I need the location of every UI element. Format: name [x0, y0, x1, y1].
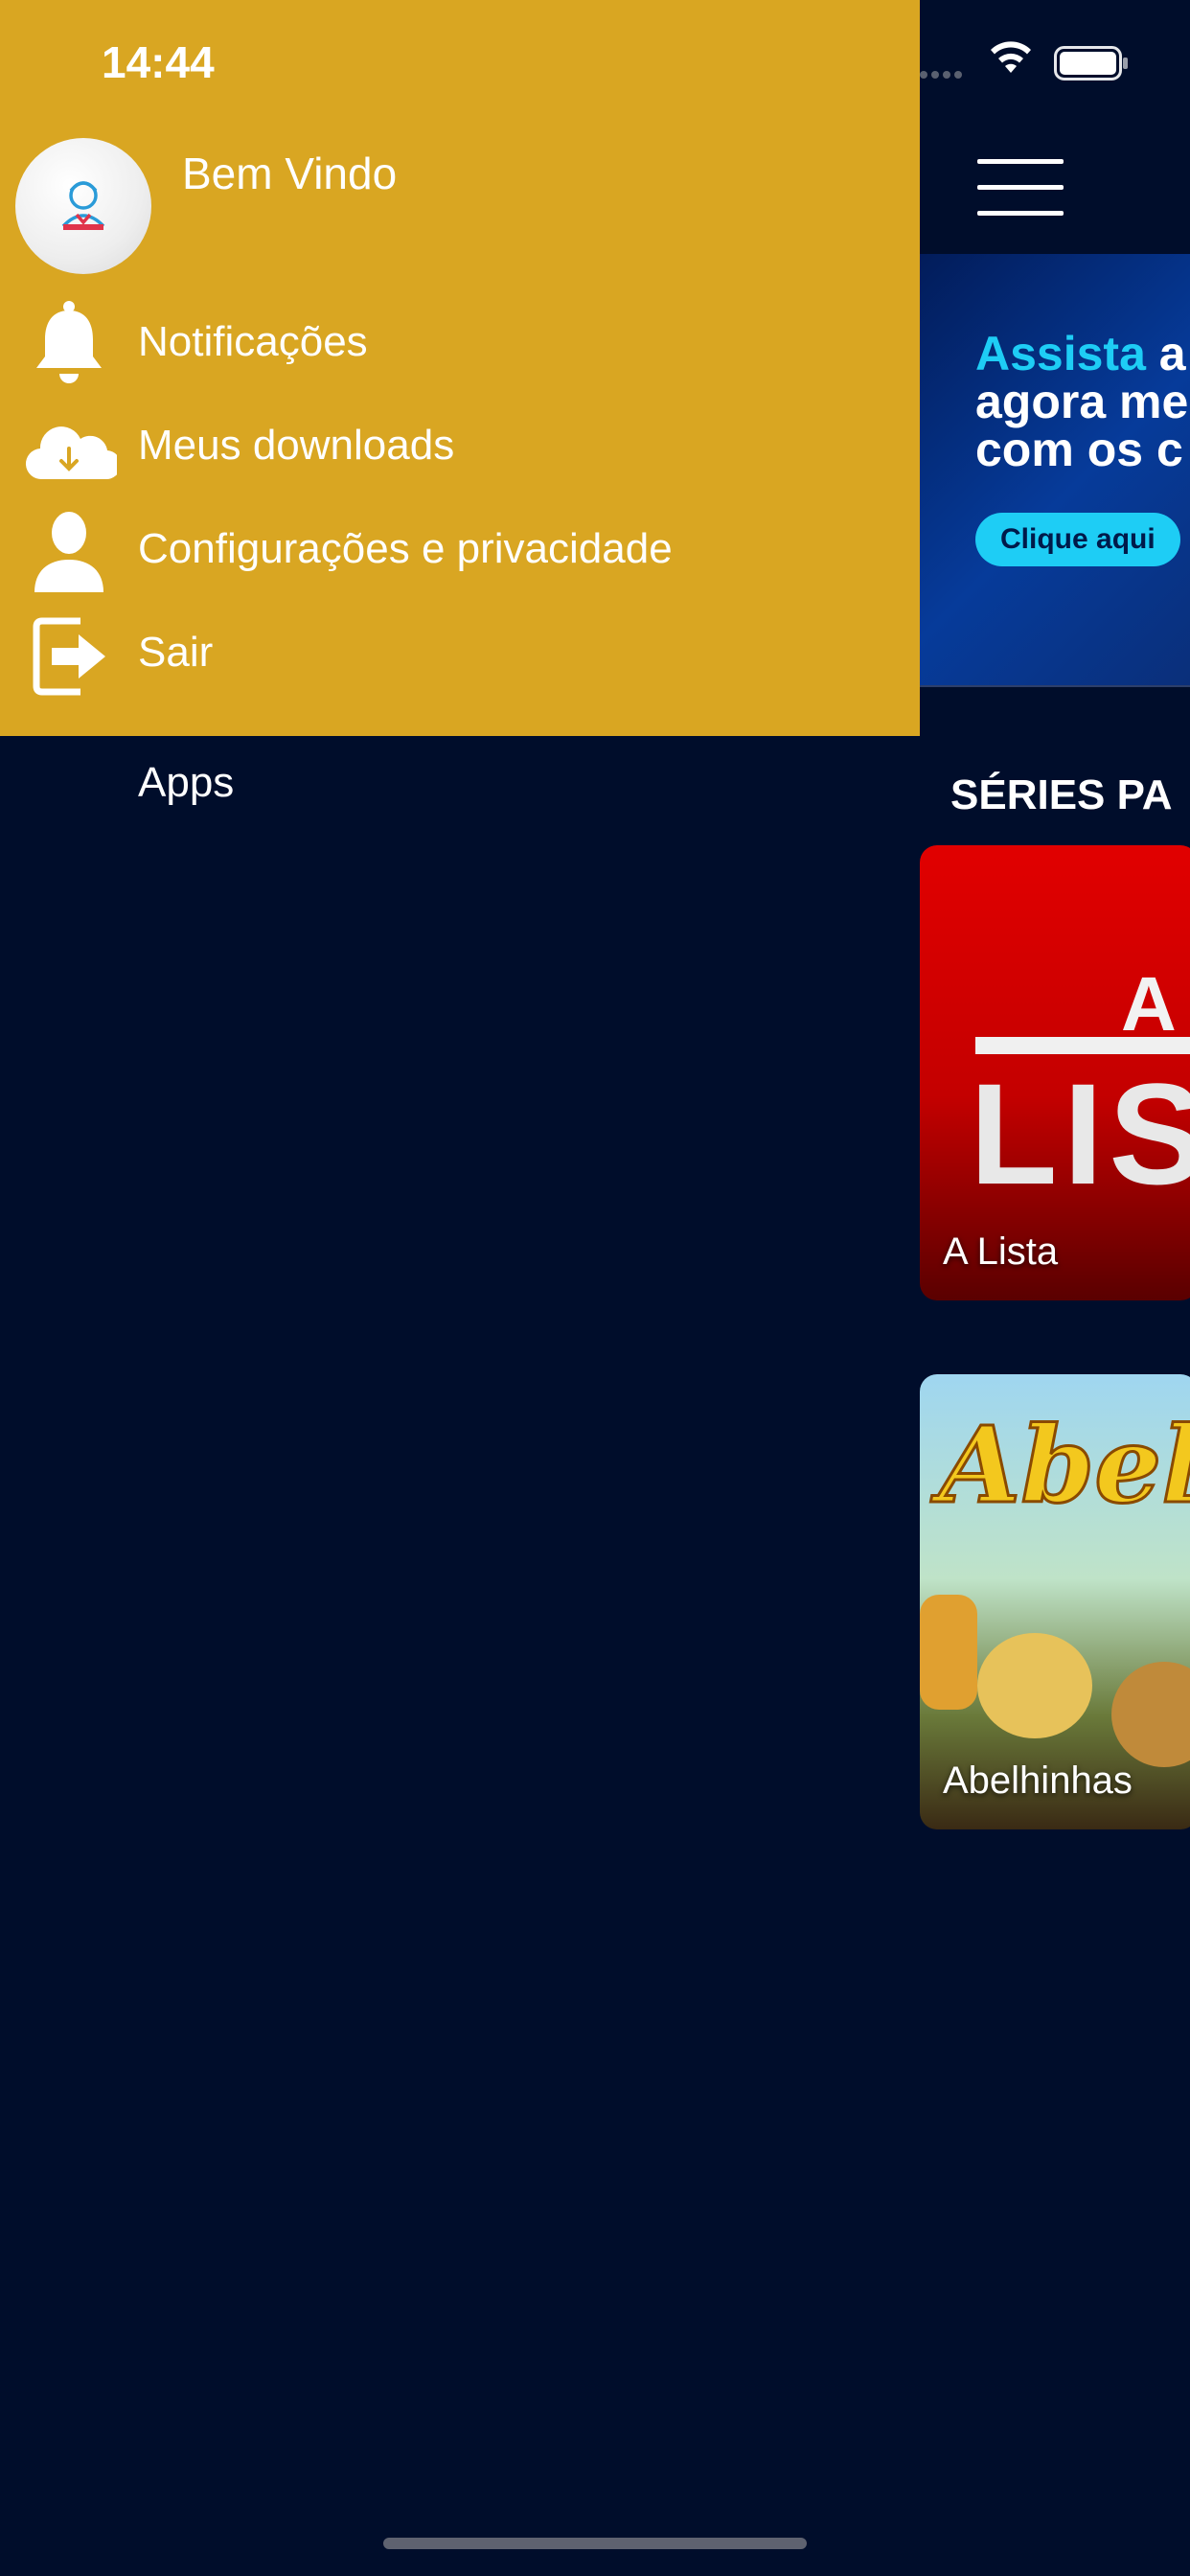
series-card-abelhinhas[interactable]: Abelhi Abelhinhas — [920, 1374, 1190, 1829]
card-logo-text: Abelhi — [938, 1402, 1190, 1529]
user-avatar-icon — [61, 181, 105, 230]
battery-icon — [1054, 46, 1128, 80]
menu-item-settings-privacy[interactable]: Configurações e privacidade — [0, 504, 920, 600]
menu-icon[interactable] — [977, 159, 1064, 217]
menu-item-downloads[interactable]: Meus downloads — [0, 401, 920, 496]
menu-item-notifications[interactable]: Notificações — [0, 297, 920, 393]
card-logo-text: LIS — [970, 1053, 1190, 1214]
signal-dot — [943, 71, 950, 79]
signal-dot — [954, 71, 962, 79]
menu-item-label: Configurações e privacidade — [138, 525, 673, 572]
menu-item-label: Sair — [138, 629, 214, 676]
status-time: 14:44 — [102, 37, 215, 87]
welcome-text: Bem Vindo — [182, 149, 398, 198]
bee-character-image — [977, 1633, 1092, 1738]
section-title: SÉRIES PA — [950, 771, 1173, 818]
drawer-header: 14:44 Bem Vindo Notificações Meus downlo… — [0, 0, 920, 736]
menu-item-label: Meus downloads — [138, 422, 455, 469]
bee-character-image — [1111, 1662, 1190, 1767]
card-title: A Lista — [943, 1230, 1059, 1273]
banner-line-2: agora me — [975, 375, 1189, 428]
series-card-a-lista[interactable]: A LIS A Lista — [920, 845, 1190, 1300]
promo-banner[interactable]: Assista a agora me com os c Clique aqui — [920, 254, 1190, 687]
apps-section-label[interactable]: Apps — [138, 759, 234, 807]
signal-dot — [931, 71, 939, 79]
signal-dot — [920, 71, 927, 79]
wifi-icon — [991, 41, 1031, 73]
banner-line-1: Assista a — [975, 327, 1186, 380]
status-bar-right — [920, 38, 1190, 86]
avatar[interactable] — [15, 138, 151, 274]
bell-icon — [36, 301, 102, 383]
home-indicator — [383, 2538, 807, 2549]
side-drawer: 14:44 Bem Vindo Notificações Meus downlo… — [0, 0, 920, 2576]
user-icon — [34, 512, 103, 592]
banner-line-3: com os c — [975, 423, 1183, 476]
menu-item-logout[interactable]: Sair — [0, 608, 920, 703]
cloud-download-icon — [26, 426, 117, 480]
beehive-image — [920, 1595, 977, 1710]
menu-item-label: Notificações — [138, 318, 368, 365]
click-here-button[interactable]: Clique aqui — [975, 513, 1180, 566]
card-title: Abelhinhas — [943, 1760, 1133, 1802]
main-screen: Assista a agora me com os c Clique aqui … — [920, 0, 1190, 2576]
card-logo-letter: A — [1121, 961, 1177, 1046]
logout-icon — [33, 617, 105, 696]
